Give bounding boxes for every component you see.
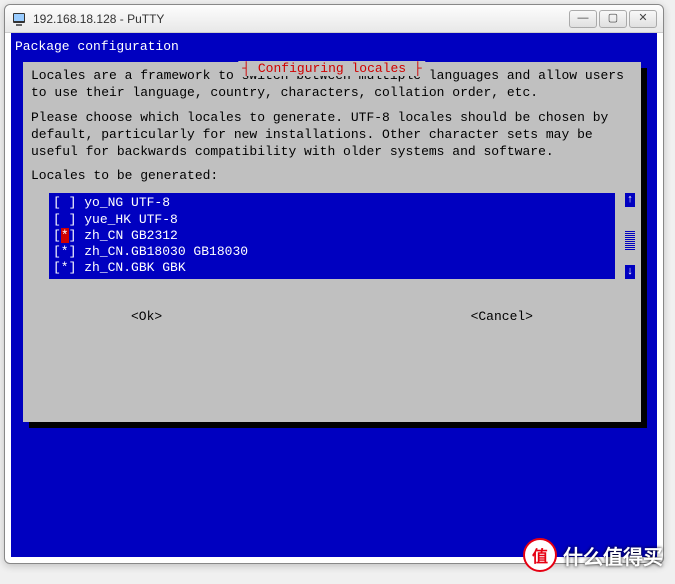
locales-listbox[interactable]: [ ] yo_NG UTF-8[ ] yue_HK UTF-8[*] zh_CN… [49,193,615,278]
dialog-title: ┤ Configuring locales ├ [238,61,425,76]
watermark-text: 什么值得买 [563,541,663,570]
package-config-header: Package configuration [13,35,655,62]
terminal[interactable]: Package configuration ┤ Configuring loca… [11,33,657,557]
locale-option[interactable]: [*] zh_CN.GBK GBK [53,260,611,276]
cancel-button[interactable]: <Cancel> [471,309,533,324]
putty-icon [11,11,27,27]
dialog-prompt: Locales to be generated: [31,168,633,185]
locale-option[interactable]: [ ] yue_HK UTF-8 [53,212,611,228]
watermark-badge: 值 [523,538,557,572]
locale-option[interactable]: [ ] yo_NG UTF-8 [53,195,611,211]
dialog-buttons: <Ok> <Cancel> [31,309,633,324]
scroll-down-button[interactable]: ↓ [625,265,635,279]
titlebar[interactable]: 192.168.18.128 - PuTTY — ▢ ✕ [5,5,663,33]
minimize-button[interactable]: — [569,10,597,28]
putty-window: 192.168.18.128 - PuTTY — ▢ ✕ Package con… [4,4,664,564]
maximize-button[interactable]: ▢ [599,10,627,28]
scroll-up-button[interactable]: ↑ [625,193,635,207]
dialog-paragraph-2: Please choose which locales to generate.… [31,110,633,161]
watermark: 值 什么值得买 [523,538,663,572]
scroll-track[interactable] [625,207,635,264]
scroll-thumb[interactable] [625,230,635,250]
locale-option[interactable]: [*] zh_CN.GB18030 GB18030 [53,244,611,260]
locale-option[interactable]: [*] zh_CN GB2312 [53,228,611,244]
ok-button[interactable]: <Ok> [131,309,162,324]
scrollbar[interactable]: ↑ ↓ [625,193,635,278]
dialog-container: ┤ Configuring locales ├ Locales are a fr… [23,62,645,422]
window-buttons: — ▢ ✕ [569,10,657,28]
configuring-locales-dialog: ┤ Configuring locales ├ Locales are a fr… [23,62,641,422]
window-title: 192.168.18.128 - PuTTY [33,12,569,26]
close-button[interactable]: ✕ [629,10,657,28]
